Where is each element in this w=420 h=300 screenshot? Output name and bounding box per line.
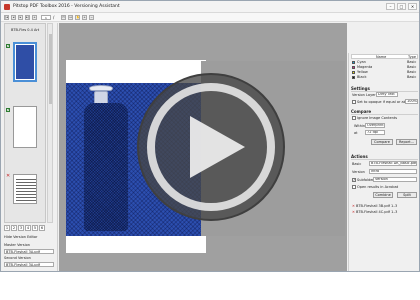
second-version-select[interactable]: BTB-Fleshall 3A.pdf xyxy=(4,262,54,267)
page-number-button[interactable]: 3 xyxy=(18,225,24,231)
version-layer-select[interactable]: Dirty Text xyxy=(376,92,398,97)
color-swatch-icon xyxy=(352,76,355,79)
thumbnail-artwork xyxy=(16,45,34,79)
within-label: Within xyxy=(354,124,366,128)
open-acrobat-checkbox[interactable] xyxy=(352,185,356,189)
master-version-label: Master Version xyxy=(4,243,30,247)
thumbnail-text-lines xyxy=(16,177,36,203)
layer-type: Basic xyxy=(407,70,417,74)
thumbnail-sidebar: BTB-Fles 0.4 Art ✓ ✓ ✕ 1 2 3 4 5 6 Hide … xyxy=(2,23,58,271)
hide-version-editor-label[interactable]: Hide Version Editor xyxy=(4,235,37,239)
error-icon: ✕ xyxy=(6,173,11,179)
subfolder-field[interactable]: Version xyxy=(373,177,417,182)
opacity-field[interactable]: 100% xyxy=(405,99,418,104)
layers-header: Name Type xyxy=(351,54,418,59)
layer-name: Black xyxy=(357,75,367,79)
app-icon xyxy=(4,4,10,10)
page-thumbnail-2[interactable] xyxy=(13,106,37,148)
color-swatch-icon xyxy=(352,61,355,64)
page-top-margin xyxy=(66,61,201,83)
layer-type: Basic xyxy=(407,65,417,69)
page-number-button[interactable]: 1 xyxy=(4,225,10,231)
check-icon: ✓ xyxy=(6,44,10,48)
color-swatch-icon xyxy=(352,71,355,74)
file-list-item[interactable]: ✕BTB-Fleshall 4C.pdf 1–3 xyxy=(352,210,397,214)
hand-tool-icon[interactable]: ✋ xyxy=(75,15,80,20)
app-window: Pitstop PDF Toolbox 2016 - Versioning As… xyxy=(0,0,420,272)
master-version-select[interactable]: BTB-Fleshall 3A.pdf xyxy=(4,249,54,254)
layer-name: Yellow xyxy=(357,70,368,74)
opaque-label: Set to opaque if equal or above xyxy=(357,100,413,104)
layer-name: Magenta xyxy=(357,65,373,69)
layers-type-header: Type xyxy=(408,55,417,59)
fit-page-icon[interactable]: ▭ xyxy=(61,15,66,20)
next-page-icon[interactable]: ▸ xyxy=(18,15,23,20)
bottle-image xyxy=(84,103,128,231)
prev-page-icon[interactable]: ◂ xyxy=(11,15,16,20)
first-page-icon[interactable]: |◂ xyxy=(4,15,9,20)
right-panel: Name Type Cyan Basic Magenta Basic Yellow Bas… xyxy=(348,53,419,271)
within-select[interactable]: Overprint xyxy=(365,123,385,128)
layer-type: Basic xyxy=(407,75,417,79)
page-number-button[interactable]: 6 xyxy=(39,225,45,231)
resolution-select[interactable]: 72 dpi xyxy=(365,130,385,135)
combine-button[interactable]: Combine xyxy=(373,192,393,198)
page-number-field[interactable]: 1 xyxy=(41,15,51,20)
version-layer-label: Version Layer: xyxy=(352,93,377,97)
title-bar: Pitstop PDF Toolbox 2016 - Versioning As… xyxy=(1,1,419,13)
artwork-background xyxy=(66,83,201,236)
basic-label: Basic xyxy=(352,162,362,166)
zoom-in-icon[interactable]: + xyxy=(82,15,87,20)
report-button[interactable]: Report... xyxy=(396,139,417,145)
fit-width-icon[interactable]: ↔ xyxy=(68,15,73,20)
error-icon: ✕ xyxy=(352,210,355,214)
layer-row[interactable]: Black Basic xyxy=(351,75,418,80)
zoom-icon[interactable]: + xyxy=(32,15,37,20)
layer-type: Basic xyxy=(407,60,417,64)
last-page-icon[interactable]: ▸| xyxy=(25,15,30,20)
layer-name: Cyan xyxy=(357,60,366,64)
status-bar xyxy=(0,272,420,300)
basic-name-field[interactable]: BTB-Fleshall DK_Basic.pdf xyxy=(369,161,417,166)
toolbar: |◂ ◂ ▸ ▸| + 1 / ▭ ↔ ✋ + − xyxy=(1,13,419,22)
error-icon: ✕ xyxy=(352,204,355,208)
zoom-out-icon[interactable]: − xyxy=(89,15,94,20)
close-button[interactable]: ✕ xyxy=(408,3,417,10)
ignore-images-label: Ignore Image Contents xyxy=(357,116,398,120)
page-separator: / xyxy=(53,15,55,20)
at-label: at xyxy=(354,131,358,135)
window-title: Pitstop PDF Toolbox 2016 - Versioning As… xyxy=(13,4,120,9)
page-number-strip: 1 2 3 4 5 6 xyxy=(4,225,45,231)
thumbnail-scrollbar[interactable] xyxy=(47,23,53,223)
second-version-label: Second Version xyxy=(4,256,31,260)
split-button[interactable]: Split xyxy=(397,192,417,198)
canvas-background xyxy=(201,61,345,236)
file-list-item[interactable]: ✕BTB-Fleshall 3B.pdf 1–3 xyxy=(352,204,397,208)
subfolder-checkbox[interactable]: ✓ xyxy=(352,178,356,182)
page-thumbnail-1[interactable] xyxy=(13,42,37,82)
version-name-field[interactable]: Intro xyxy=(369,169,417,174)
page-number-button[interactable]: 5 xyxy=(32,225,38,231)
thumbnail-list[interactable]: BTB-Fles 0.4 Art ✓ ✓ ✕ xyxy=(4,23,46,223)
version-label: Version xyxy=(352,170,365,174)
ignore-images-checkbox[interactable] xyxy=(352,116,356,120)
opaque-checkbox[interactable] xyxy=(352,100,356,104)
check-icon: ✓ xyxy=(6,108,10,112)
minimize-button[interactable]: – xyxy=(386,3,395,10)
layers-name-header: Name xyxy=(376,55,387,59)
subfolder-label: Subfolder xyxy=(357,178,374,182)
page-number-button[interactable]: 2 xyxy=(11,225,17,231)
page-number-button[interactable]: 4 xyxy=(25,225,31,231)
scrollbar-thumb[interactable] xyxy=(49,34,52,104)
maximize-button[interactable]: □ xyxy=(397,3,406,10)
open-acrobat-label: Open results in Acrobat xyxy=(357,185,399,189)
page-thumbnail-3[interactable] xyxy=(13,174,37,204)
color-swatch-icon xyxy=(352,66,355,69)
thumb-label: BTB-Fles 0.4 Art xyxy=(11,28,40,32)
compare-button[interactable]: Compare xyxy=(371,139,393,145)
